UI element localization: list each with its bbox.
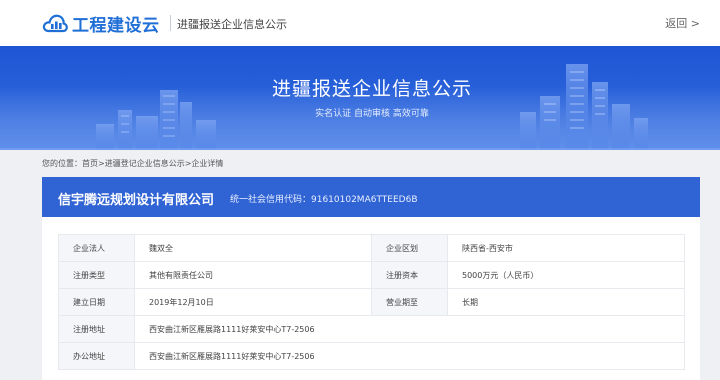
top-header: 工程建设云 进疆报送企业信息公示 返回 > xyxy=(0,0,720,46)
legal-person-value: 魏双全 xyxy=(134,234,372,262)
founded-value: 2019年12月10日 xyxy=(134,288,372,316)
office-address-value: 西安曲江新区雁展路1111好莱安中心T7-2506 xyxy=(134,342,685,370)
breadcrumb-prefix: 您的位置： xyxy=(42,159,82,168)
table-row: 注册地址 西安曲江新区雁展路1111好莱安中心T7-2506 xyxy=(58,315,685,343)
reg-type-value: 其他有限责任公司 xyxy=(134,261,372,289)
reg-address-value: 西安曲江新区雁展路1111好莱安中心T7-2506 xyxy=(134,315,685,343)
table-row: 注册类型 其他有限责任公司 注册资本 5000万元（人民币） xyxy=(58,261,685,289)
header-subtitle: 进疆报送企业信息公示 xyxy=(177,18,287,31)
credit-code: 统一社会信用代码：91610102MA6TTEED6B xyxy=(230,195,418,205)
table-row: 建立日期 2019年12月10日 营业期至 长期 xyxy=(58,288,685,316)
header-divider xyxy=(170,15,171,31)
table-row: 企业法人 魏双全 企业区划 陕西省-西安市 xyxy=(58,234,685,262)
founded-label: 建立日期 xyxy=(58,288,135,316)
reg-address-label: 注册地址 xyxy=(58,315,135,343)
banner-tagline: 实名认证 自动审核 高效可靠 xyxy=(315,109,429,119)
office-address-label: 办公地址 xyxy=(58,342,135,370)
reg-type-label: 注册类型 xyxy=(58,261,135,289)
legal-person-label: 企业法人 xyxy=(58,234,135,262)
back-link[interactable]: 返回 > xyxy=(665,15,700,31)
breadcrumb-home[interactable]: 首页 xyxy=(82,158,98,169)
term-value: 长期 xyxy=(447,288,685,316)
company-name: 信宇腾远规划设计有限公司 xyxy=(58,193,215,208)
breadcrumb-current: 企业详情 xyxy=(191,159,224,168)
region-label: 企业区划 xyxy=(371,234,448,262)
region-value: 陕西省-西安市 xyxy=(447,234,685,262)
term-label: 营业期至 xyxy=(371,288,448,316)
logo-text: 工程建设云 xyxy=(72,15,160,36)
breadcrumb-list[interactable]: 进疆登记企业信息公示 xyxy=(105,158,185,169)
cloud-logo-icon xyxy=(42,14,68,33)
site-logo[interactable]: 工程建设云 xyxy=(42,11,160,36)
banner-title: 进疆报送企业信息公示 xyxy=(271,78,472,100)
breadcrumb: 您的位置：首页 > 进疆登记企业信息公示 > 企业详情 xyxy=(42,158,223,169)
company-info-table: 企业法人 魏双全 企业区划 陕西省-西安市 注册类型 其他有限责任公司 注册资本… xyxy=(58,234,685,370)
breadcrumb-separator: > xyxy=(184,159,192,168)
table-row: 办公地址 西安曲江新区雁展路1111好莱安中心T7-2506 xyxy=(58,342,685,370)
company-header: 信宇腾远规划设计有限公司 统一社会信用代码：91610102MA6TTEED6B xyxy=(42,177,700,217)
reg-capital-value: 5000万元（人民币） xyxy=(447,261,685,289)
breadcrumb-separator: > xyxy=(98,159,105,168)
reg-capital-label: 注册资本 xyxy=(371,261,448,289)
company-info-panel: 企业法人 魏双全 企业区划 陕西省-西安市 注册类型 其他有限责任公司 注册资本… xyxy=(42,217,700,380)
banner: 进疆报送企业信息公示 实名认证 自动审核 高效可靠 xyxy=(0,46,720,150)
